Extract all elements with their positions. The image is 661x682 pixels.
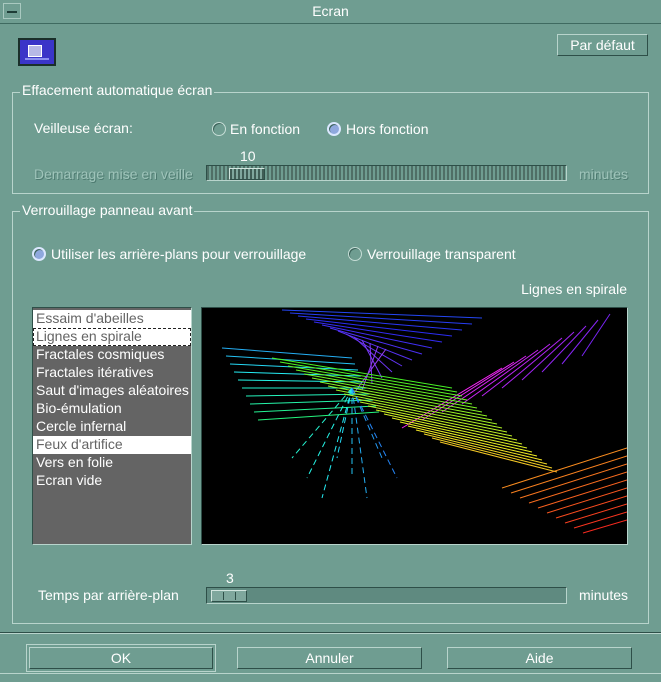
spiral-line	[564, 503, 627, 524]
screen-app-icon	[18, 38, 56, 66]
start-delay-unit: minutes	[579, 166, 629, 182]
time-per-background-slider[interactable]	[206, 587, 567, 604]
window-title: Ecran	[312, 3, 349, 19]
spiral-line	[439, 441, 558, 473]
spiral-line	[546, 487, 627, 514]
spiral-line	[351, 387, 398, 479]
spiral-line	[573, 511, 627, 529]
time-per-background-unit: minutes	[579, 587, 629, 603]
lock-transparent-label[interactable]: Verrouillage transparent	[367, 246, 516, 262]
spiral-line	[481, 343, 551, 397]
ok-button[interactable]: OK	[29, 647, 213, 669]
spiral-line	[582, 519, 627, 534]
screen-settings-window: Ecran Par défaut Effacement automatique …	[0, 0, 661, 682]
background-preview	[201, 307, 628, 545]
spiral-line	[345, 333, 403, 367]
start-delay-value: 10	[240, 148, 256, 164]
list-item[interactable]: Feux d'artifice	[33, 436, 191, 454]
list-item[interactable]: Ecran vide	[33, 472, 191, 490]
spiral-line	[253, 405, 377, 413]
saver-on-radio[interactable]	[212, 122, 226, 136]
spiral-line	[351, 387, 368, 499]
time-per-background-slider-thumb[interactable]	[211, 590, 247, 602]
list-item[interactable]: Fractales itératives	[33, 364, 191, 382]
spiral-line	[313, 321, 443, 343]
spiral-line	[510, 455, 627, 494]
time-per-background-label: Temps par arrière-plan	[38, 587, 179, 603]
list-item[interactable]: Bio-émulation	[33, 400, 191, 418]
list-item[interactable]: Fractales cosmiques	[33, 346, 191, 364]
saver-on-label[interactable]: En fonction	[230, 121, 300, 137]
preview-title: Lignes en spirale	[521, 281, 627, 297]
spiral-line	[461, 349, 539, 405]
list-item[interactable]: Cercle infernal	[33, 418, 191, 436]
spiral-line	[501, 337, 563, 389]
time-per-background-value: 3	[226, 570, 234, 586]
screen-blank-group-title: Effacement automatique écran	[20, 82, 215, 98]
window-bottom-frame	[0, 673, 661, 682]
spiral-line	[336, 387, 353, 459]
list-item[interactable]: Saut d'images aléatoires	[33, 382, 191, 400]
help-button[interactable]: Aide	[447, 647, 632, 669]
saver-off-label[interactable]: Hors fonction	[346, 121, 428, 137]
spiral-line	[271, 357, 453, 389]
saver-label: Veilleuse écran:	[34, 120, 133, 136]
default-button[interactable]: Par défaut	[557, 34, 648, 56]
lock-transparent-radio[interactable]	[348, 247, 362, 261]
background-list[interactable]: Essaim d'abeilles Lignes en spirale Frac…	[32, 307, 192, 545]
start-delay-slider-thumb[interactable]	[229, 168, 265, 180]
spiral-line	[528, 471, 627, 504]
spiral-line	[295, 369, 468, 401]
spiral-line	[501, 447, 627, 489]
list-item[interactable]: Vers en folie	[33, 454, 191, 472]
list-item[interactable]: Essaim d'abeilles	[33, 310, 191, 328]
title-bar[interactable]: Ecran	[0, 0, 661, 24]
lock-group-title: Verrouillage panneau avant	[20, 202, 195, 218]
footer-separator	[0, 632, 661, 634]
lock-backgrounds-label[interactable]: Utiliser les arrière-plans pour verrouil…	[51, 246, 306, 262]
spiral-line	[321, 387, 353, 499]
spiral-line	[561, 319, 599, 365]
lock-backgrounds-radio[interactable]	[32, 247, 46, 261]
spiral-line	[537, 479, 627, 509]
list-item[interactable]: Lignes en spirale	[33, 328, 191, 346]
saver-off-radio[interactable]	[327, 122, 341, 136]
spiral-line	[291, 387, 353, 459]
start-delay-slider[interactable]	[206, 165, 567, 181]
cancel-button[interactable]: Annuler	[237, 647, 422, 669]
spiral-lines-preview-image	[221, 309, 627, 534]
spiral-line	[257, 411, 380, 421]
spiral-line	[321, 324, 433, 349]
start-delay-label: Demarrage mise en veille	[34, 166, 193, 182]
